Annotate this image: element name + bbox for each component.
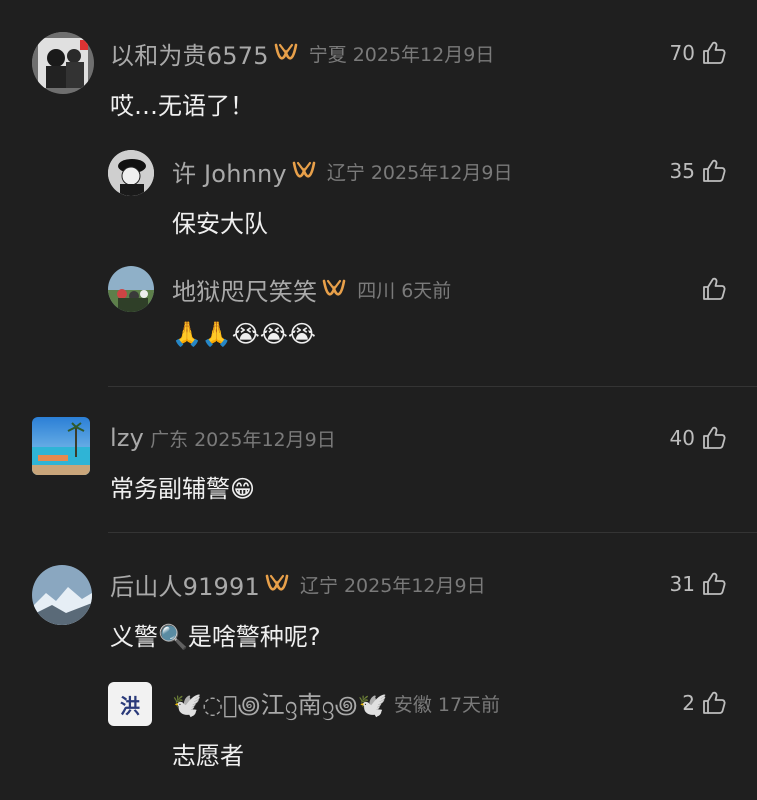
timestamp: 2025年12月9日 xyxy=(194,428,336,451)
timestamp: 17天前 xyxy=(437,693,501,716)
vip-badge-icon xyxy=(274,43,297,60)
avatar[interactable] xyxy=(108,150,154,196)
thumbs-up-icon xyxy=(703,572,726,595)
username[interactable]: 后山人91991 xyxy=(110,567,260,602)
vip-badge-icon xyxy=(322,279,346,296)
reply-item: 许 Johnny 辽宁 2025年12月9日 保安大队 35 xyxy=(0,140,757,250)
vip-badge-icon xyxy=(292,161,316,178)
thumbs-up-icon xyxy=(703,159,726,182)
like-count: 70 xyxy=(669,41,695,65)
like-button[interactable]: 2 xyxy=(682,688,727,718)
comment-meta: 后山人91991 辽宁 2025年12月9日 xyxy=(110,567,486,602)
location: 辽宁 xyxy=(326,161,365,184)
avatar-image xyxy=(108,150,154,196)
like-button[interactable]: 31 xyxy=(670,569,727,599)
avatar-image xyxy=(32,565,92,625)
reply-item: 洪 🕊️◌᪲꩜江ᦋ南ᦋ꩜🕊️ 安徽 17天前 志愿者 2 xyxy=(0,668,757,800)
avatar[interactable] xyxy=(32,32,94,94)
thumbs-up-icon xyxy=(703,277,726,300)
comment-text: 保安大队 xyxy=(172,210,268,238)
comment-text: 常务副辅警😁 xyxy=(110,475,256,503)
comment-meta: lzy 广东 2025年12月9日 xyxy=(110,423,336,453)
comment-meta: 以和为贵6575 宁夏 2025年12月9日 xyxy=(110,36,495,71)
timestamp: 6天前 xyxy=(401,279,452,302)
username[interactable]: 地狱咫尺笑笑 xyxy=(172,272,317,307)
location: 辽宁 xyxy=(299,574,338,597)
timestamp: 2025年12月9日 xyxy=(370,161,513,184)
comment-text: 义警🔍是啥警种呢? xyxy=(110,623,321,651)
like-button[interactable] xyxy=(695,274,727,304)
comment-text: 哎…无语了！ xyxy=(110,92,254,120)
location: 安徽 xyxy=(393,693,432,716)
avatar[interactable]: 洪 xyxy=(108,682,152,726)
like-count: 35 xyxy=(669,159,695,183)
username[interactable]: lzy xyxy=(110,424,144,452)
timestamp: 2025年12月9日 xyxy=(343,574,486,597)
username[interactable]: 许 Johnny xyxy=(172,154,287,189)
location: 广东 xyxy=(150,428,189,451)
location: 宁夏 xyxy=(308,43,347,66)
username[interactable]: 以和为贵6575 xyxy=(110,36,269,71)
comment-item: lzy 广东 2025年12月9日 常务副辅警😁 40 xyxy=(0,387,757,532)
comment-item: 后山人91991 辽宁 2025年12月9日 义警🔍是啥警种呢? 31 xyxy=(0,533,757,668)
comment-text: 志愿者 xyxy=(172,742,244,770)
like-button[interactable]: 40 xyxy=(670,423,727,453)
comment-meta: 许 Johnny 辽宁 2025年12月9日 xyxy=(172,154,513,189)
like-button[interactable]: 70 xyxy=(670,38,727,68)
thumbs-up-icon xyxy=(703,426,726,449)
comment-meta: 🕊️◌᪲꩜江ᦋ南ᦋ꩜🕊️ 安徽 17天前 xyxy=(172,688,501,719)
avatar-text: 洪 xyxy=(120,693,140,718)
username[interactable]: 🕊️◌᪲꩜江ᦋ南ᦋ꩜🕊️ xyxy=(172,685,388,722)
comment-item: 以和为贵6575 宁夏 2025年12月9日 哎…无语了！ 70 xyxy=(0,0,757,140)
thumbs-up-icon xyxy=(703,691,726,714)
avatar[interactable] xyxy=(32,565,92,625)
comment-meta: 地狱咫尺笑笑 四川 6天前 xyxy=(172,272,452,307)
like-count: 2 xyxy=(682,691,695,715)
comment-text: 🙏🙏😭😭😭 xyxy=(172,320,316,348)
thumbs-up-icon xyxy=(703,41,726,64)
avatar-image xyxy=(32,417,90,475)
vip-badge-icon xyxy=(265,574,289,591)
avatar[interactable] xyxy=(108,266,154,312)
location: 四川 xyxy=(357,279,396,302)
avatar-image xyxy=(108,266,154,312)
like-count: 40 xyxy=(669,426,695,450)
avatar[interactable] xyxy=(32,417,90,475)
reply-item: 地狱咫尺笑笑 四川 6天前 🙏🙏😭😭😭 xyxy=(0,258,757,378)
like-button[interactable]: 35 xyxy=(670,156,727,186)
timestamp: 2025年12月9日 xyxy=(352,43,495,66)
avatar-image xyxy=(32,32,94,94)
like-count: 31 xyxy=(669,572,695,596)
